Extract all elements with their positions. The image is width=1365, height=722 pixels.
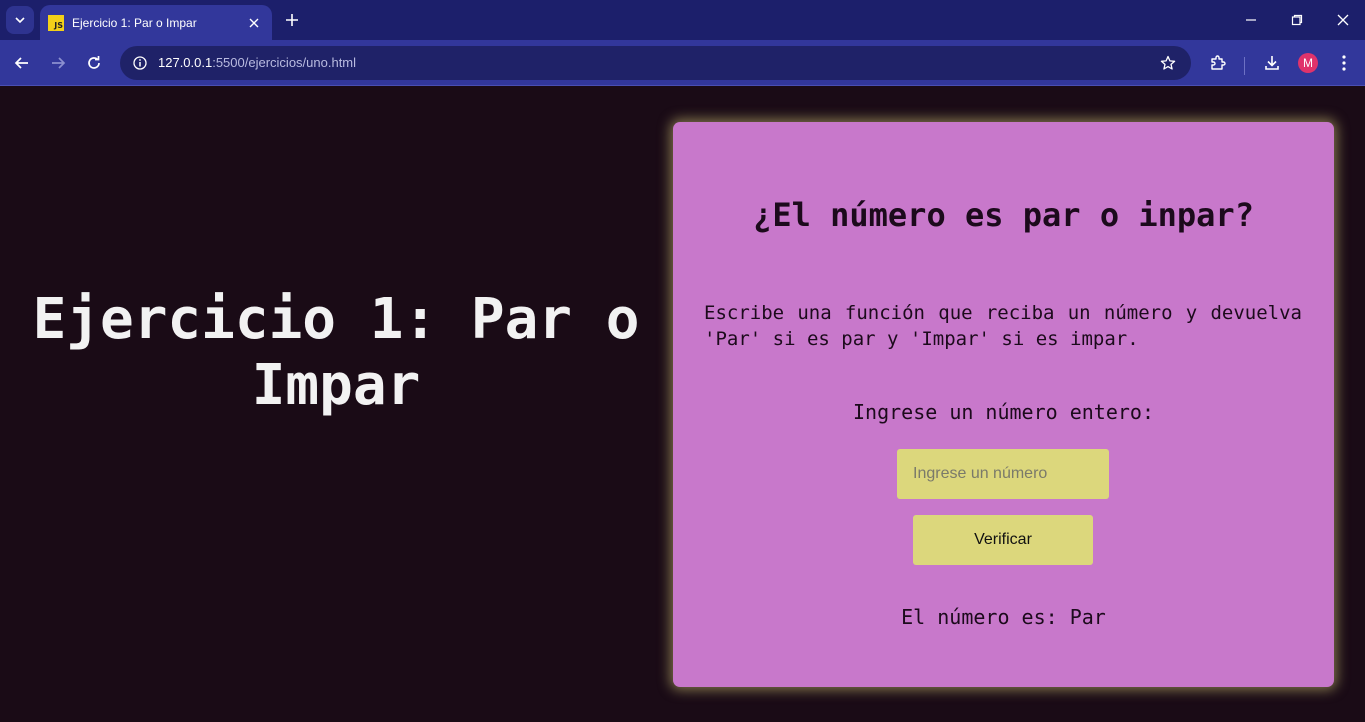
reload-button[interactable] (82, 51, 106, 75)
extensions-icon (1211, 55, 1226, 70)
tab-active[interactable]: JS Ejercicio 1: Par o Impar (40, 5, 272, 40)
bookmark-button[interactable] (1157, 52, 1179, 74)
number-input-label: Ingrese un número entero: (852, 400, 1155, 424)
exercise-card: ¿El número es par o inpar? Escribe una f… (673, 122, 1334, 687)
close-icon (249, 18, 259, 27)
result-text: El número es: Par (901, 605, 1106, 629)
window-close-icon (1337, 14, 1349, 26)
page-title: Ejercicio 1: Par o Impar (32, 287, 640, 418)
tab-close-button[interactable] (246, 15, 262, 31)
restore-icon (1291, 14, 1303, 26)
number-input[interactable] (897, 449, 1109, 499)
url-path: :5500/ejercicios/uno.html (212, 55, 357, 70)
minimize-icon (1246, 19, 1256, 21)
browser-toolbar: 127.0.0.1:5500/ejercicios/uno.html M (0, 40, 1365, 86)
star-icon (1160, 55, 1176, 70)
plus-icon (286, 14, 298, 26)
profile-avatar[interactable]: M (1298, 53, 1318, 73)
extensions-button[interactable] (1206, 51, 1230, 75)
url-text: 127.0.0.1:5500/ejercicios/uno.html (158, 55, 356, 70)
kebab-menu-icon (1342, 55, 1346, 71)
tab-strip: JS Ejercicio 1: Par o Impar (0, 0, 1365, 40)
download-icon (1265, 56, 1279, 70)
tab-search-icon (15, 17, 25, 24)
verify-button[interactable]: Verificar (913, 515, 1093, 565)
page-content: Ejercicio 1: Par o Impar ¿El número es p… (0, 87, 1365, 722)
exercise-description: Escribe una función que reciba un número… (704, 302, 1302, 350)
tab-search-button[interactable] (6, 6, 34, 34)
toolbar-separator (1244, 57, 1245, 75)
address-bar[interactable]: 127.0.0.1:5500/ejercicios/uno.html (120, 46, 1191, 80)
card-title: ¿El número es par o inpar? (753, 196, 1254, 234)
site-info-icon (133, 56, 147, 70)
minimize-button[interactable] (1239, 8, 1263, 32)
forward-button[interactable] (46, 51, 70, 75)
new-tab-button[interactable] (282, 10, 302, 30)
back-arrow-icon (14, 57, 28, 69)
window-close-button[interactable] (1331, 8, 1355, 32)
downloads-button[interactable] (1260, 51, 1284, 75)
url-host: 127.0.0.1 (158, 55, 213, 70)
site-info-button[interactable] (128, 51, 152, 75)
forward-arrow-icon (52, 57, 66, 69)
js-favicon-icon: JS (48, 14, 64, 31)
reload-icon (88, 56, 100, 69)
restore-button[interactable] (1285, 8, 1309, 32)
menu-button[interactable] (1332, 51, 1356, 75)
back-button[interactable] (10, 51, 34, 75)
tab-title: Ejercicio 1: Par o Impar (72, 15, 197, 30)
